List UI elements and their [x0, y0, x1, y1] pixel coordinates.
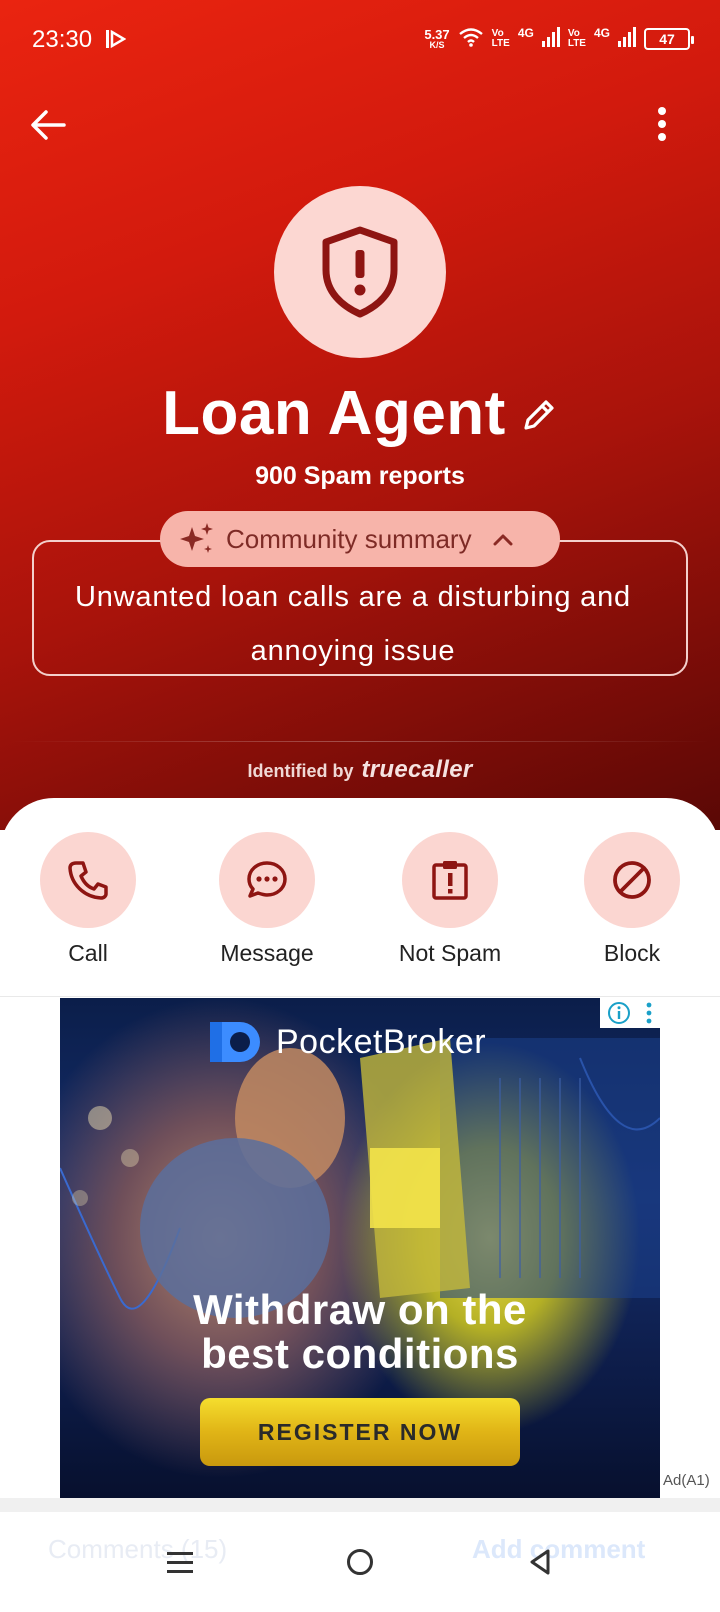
sheet-divider — [0, 996, 720, 997]
community-summary-toggle[interactable]: Community summary — [160, 511, 560, 567]
contact-name-row: Loan Agent — [0, 378, 720, 449]
ad-banner[interactable]: PocketBroker Withdraw on the best condit… — [60, 998, 660, 1498]
sim1-lte: LTE — [491, 38, 510, 49]
battery-icon: 47 — [644, 28, 694, 50]
more-options-button[interactable] — [652, 104, 672, 144]
edit-name-button[interactable] — [520, 396, 558, 439]
battery-level: 47 — [659, 31, 675, 47]
call-label: Call — [68, 940, 108, 966]
status-time: 23:30 — [32, 26, 93, 53]
ad-brand: PocketBroker — [210, 1020, 486, 1064]
sim1-volte: Vo LTE — [491, 28, 510, 50]
signal-icon — [541, 26, 560, 52]
block-button[interactable]: Block — [557, 832, 707, 967]
pencil-icon — [524, 400, 554, 430]
divider — [10, 741, 710, 742]
add-comment-button[interactable]: Add comment — [472, 1534, 645, 1565]
ad-brand-name: PocketBroker — [276, 1022, 487, 1061]
not-spam-circle — [402, 832, 498, 928]
call-circle — [40, 832, 136, 928]
summary-text: Unwanted loan calls are a disturbing and… — [75, 581, 631, 667]
back-button[interactable] — [28, 105, 68, 145]
block-icon — [613, 861, 651, 899]
identified-by: Identified by truecaller — [0, 756, 720, 784]
chevron-up-icon — [493, 534, 513, 546]
more-vertical-icon — [658, 107, 666, 141]
identified-by-label: Identified by — [247, 761, 354, 781]
clipboard-alert-icon — [432, 861, 468, 900]
sim2-volte: Vo LTE — [567, 28, 586, 50]
ad-tag: Ad(A1) — [663, 1472, 710, 1489]
pocketbroker-logo-icon — [210, 1022, 260, 1062]
phone-icon — [68, 861, 108, 900]
info-icon — [608, 1002, 630, 1024]
message-label: Message — [220, 940, 314, 966]
comments-link[interactable]: Comments (15) — [48, 1534, 227, 1565]
menu-icon — [167, 1552, 193, 1573]
contact-name: Loan Agent — [162, 379, 506, 448]
chat-icon — [247, 861, 287, 898]
signal-icon — [618, 26, 636, 52]
sim1-gen: 4G — [517, 26, 534, 40]
speed-unit: K/S — [429, 40, 445, 50]
block-circle — [584, 832, 680, 928]
ad-headline-line1: Withdraw on the — [193, 1286, 527, 1333]
ad-headline: Withdraw on the best conditions — [60, 1288, 660, 1376]
sim2-lte: LTE — [567, 38, 586, 49]
truecaller-logo: truecaller — [361, 756, 473, 783]
home-circle-icon — [347, 1549, 373, 1575]
cast-icon — [106, 28, 127, 55]
avatar — [274, 186, 446, 358]
ad-choices[interactable] — [600, 998, 660, 1028]
spam-reports: 900 Spam reports — [255, 462, 465, 490]
sim2-gen: 4G — [593, 26, 610, 40]
ad-headline-line2: best conditions — [201, 1330, 519, 1377]
wifi-icon — [458, 27, 484, 52]
call-button[interactable]: Call — [13, 832, 163, 967]
nav-menu-button[interactable] — [166, 1548, 194, 1581]
community-summary-label: Community summary — [226, 523, 472, 554]
back-triangle-icon — [530, 1549, 550, 1575]
sparkle-icon — [180, 523, 213, 553]
register-now-button[interactable]: REGISTER NOW — [200, 1398, 520, 1466]
arrow-left-icon — [31, 110, 66, 140]
status-indicators: 5.37 K/S Vo LTE 4G Vo LTE 4G 47 — [424, 24, 694, 54]
nav-back-button[interactable] — [526, 1548, 554, 1581]
message-circle — [219, 832, 315, 928]
shield-alert-icon — [322, 226, 398, 318]
message-button[interactable]: Message — [192, 832, 342, 967]
network-speed: 5.37 K/S — [424, 28, 449, 50]
not-spam-button[interactable]: Not Spam — [375, 832, 525, 967]
nav-home-button[interactable] — [346, 1548, 374, 1581]
more-vertical-icon — [646, 1002, 652, 1024]
status-bar: 23:30 5.37 K/S Vo LTE 4G Vo LTE 4G 47 — [0, 0, 720, 80]
not-spam-label: Not Spam — [398, 940, 502, 966]
block-label: Block — [603, 940, 661, 966]
